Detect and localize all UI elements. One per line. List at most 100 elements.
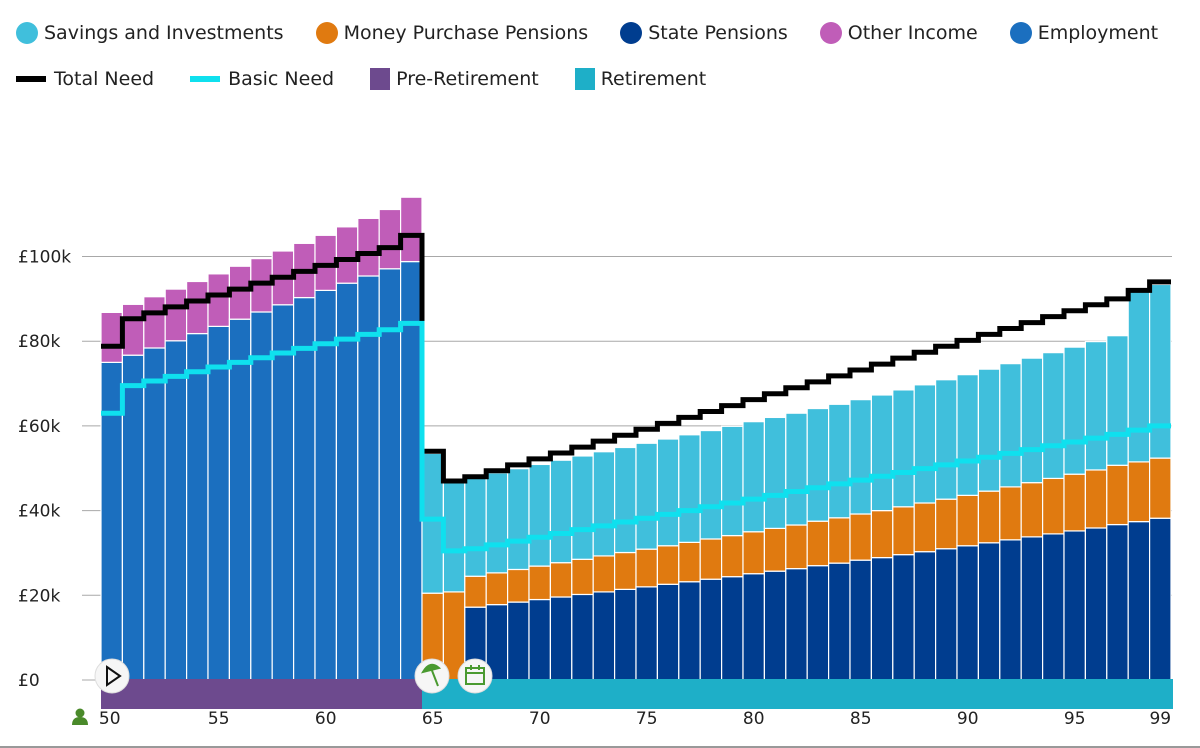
bar-employment <box>250 311 273 681</box>
bar-money-purchase-pensions <box>849 513 872 561</box>
bar-savings-and-investments <box>442 480 466 593</box>
y-tick-label: £80k <box>18 332 60 352</box>
bar-savings-and-investments <box>806 407 830 522</box>
bar-savings-and-investments <box>592 451 616 557</box>
person-icon <box>72 708 88 725</box>
bar-money-purchase-pensions <box>763 527 787 572</box>
bar-savings-and-investments <box>1063 346 1086 475</box>
bar-state-pensions <box>720 576 744 681</box>
bar-state-pensions <box>806 565 830 681</box>
bar-money-purchase-pensions <box>999 486 1022 541</box>
bar-employment <box>335 282 359 681</box>
bar-money-purchase-pensions <box>507 568 530 603</box>
bar-money-purchase-pensions <box>1148 457 1172 519</box>
x-tick-label: 80 <box>743 709 765 729</box>
bar-other-income <box>314 234 337 291</box>
bar-savings-and-investments <box>892 389 915 508</box>
start-play-button[interactable] <box>94 658 130 694</box>
bar-money-purchase-pensions <box>827 517 851 564</box>
bar-money-purchase-pensions <box>571 558 594 596</box>
bar-money-purchase-pensions <box>1084 469 1108 529</box>
bar-savings-and-investments <box>528 463 551 567</box>
bar-state-pensions <box>849 559 872 681</box>
bar-other-income <box>164 288 188 342</box>
bar-savings-and-investments <box>1041 352 1065 480</box>
bar-savings-and-investments <box>977 368 1001 492</box>
bar-state-pensions <box>699 578 723 681</box>
bar-savings-and-investments <box>956 374 979 496</box>
bar-state-pensions <box>549 596 573 681</box>
bar-money-purchase-pensions <box>977 490 1001 544</box>
bar-state-pensions <box>528 598 551 681</box>
bar-savings-and-investments <box>635 442 658 550</box>
bar-savings-and-investments <box>742 421 765 533</box>
bar-savings-and-investments <box>870 394 894 512</box>
x-tick-label: 85 <box>850 709 872 729</box>
bar-savings-and-investments <box>656 438 680 547</box>
bar-state-pensions <box>1041 533 1065 681</box>
bar-employment <box>164 340 188 681</box>
state-pension-marker[interactable] <box>457 658 493 694</box>
bar-savings-and-investments <box>507 468 530 571</box>
x-tick-label: 55 <box>208 709 230 729</box>
x-tick-label: 50 <box>99 709 121 729</box>
bar-state-pensions <box>678 581 701 681</box>
y-tick-label: £0 <box>18 671 40 691</box>
bar-savings-and-investments <box>464 476 487 577</box>
bar-money-purchase-pensions <box>870 510 894 559</box>
bar-employment <box>293 296 316 681</box>
bar-state-pensions <box>913 551 937 681</box>
bar-money-purchase-pensions <box>613 551 637 590</box>
bar-money-purchase-pensions <box>1020 482 1044 538</box>
bar-employment <box>100 361 123 681</box>
bar-state-pensions <box>656 583 680 681</box>
retirement-marker[interactable] <box>414 658 450 694</box>
bar-money-purchase-pensions <box>720 534 744 578</box>
bar-state-pensions <box>870 557 894 681</box>
bar-savings-and-investments <box>421 452 444 594</box>
bar-money-purchase-pensions <box>1106 464 1129 526</box>
bar-other-income <box>143 296 166 349</box>
income-chart: £0 £20k £40k £60k £80k £100k 50 55 60 65 70 75 80 85 9… <box>18 196 1173 729</box>
bar-savings-and-investments <box>934 379 958 500</box>
bar-money-purchase-pensions <box>528 565 551 601</box>
bar-other-income <box>100 311 123 363</box>
bar-savings-and-investments <box>699 429 723 540</box>
bar-other-income <box>186 280 209 335</box>
bar-money-purchase-pensions <box>549 562 573 598</box>
y-tick-label: £60k <box>18 417 60 437</box>
bar-employment <box>314 289 337 681</box>
x-tick-label: 75 <box>636 709 658 729</box>
bar-savings-and-investments <box>1148 283 1172 459</box>
bar-state-pensions <box>592 591 616 681</box>
y-tick-label: £40k <box>18 502 60 522</box>
bar-money-purchase-pensions <box>678 541 701 583</box>
bar-savings-and-investments <box>849 399 872 515</box>
bar-other-income <box>121 303 145 356</box>
bar-state-pensions <box>1127 521 1151 681</box>
bar-state-pensions <box>892 554 915 681</box>
bar-state-pensions <box>635 586 658 681</box>
bar-other-income <box>228 265 252 320</box>
bar-savings-and-investments <box>571 455 594 560</box>
bar-money-purchase-pensions <box>592 555 616 593</box>
bar-employment <box>143 347 166 681</box>
bar-savings-and-investments <box>1127 289 1151 463</box>
bar-money-purchase-pensions <box>913 502 937 553</box>
bar-money-purchase-pensions <box>464 575 487 608</box>
bar-employment <box>228 318 252 681</box>
x-tick-label: 99 <box>1149 709 1171 729</box>
bar-money-purchase-pensions <box>1041 477 1065 535</box>
bar-state-pensions <box>977 542 1001 681</box>
bar-employment <box>271 304 295 681</box>
bar-savings-and-investments <box>1020 357 1044 484</box>
bar-savings-and-investments <box>613 446 637 554</box>
bar-state-pensions <box>785 568 808 681</box>
bar-money-purchase-pensions <box>934 498 958 550</box>
bar-state-pensions <box>827 562 851 681</box>
bar-state-pensions <box>507 601 530 681</box>
bar-savings-and-investments <box>1084 341 1108 471</box>
x-tick-label: 60 <box>315 709 337 729</box>
bar-money-purchase-pensions <box>956 494 979 547</box>
bar-money-purchase-pensions <box>892 506 915 556</box>
